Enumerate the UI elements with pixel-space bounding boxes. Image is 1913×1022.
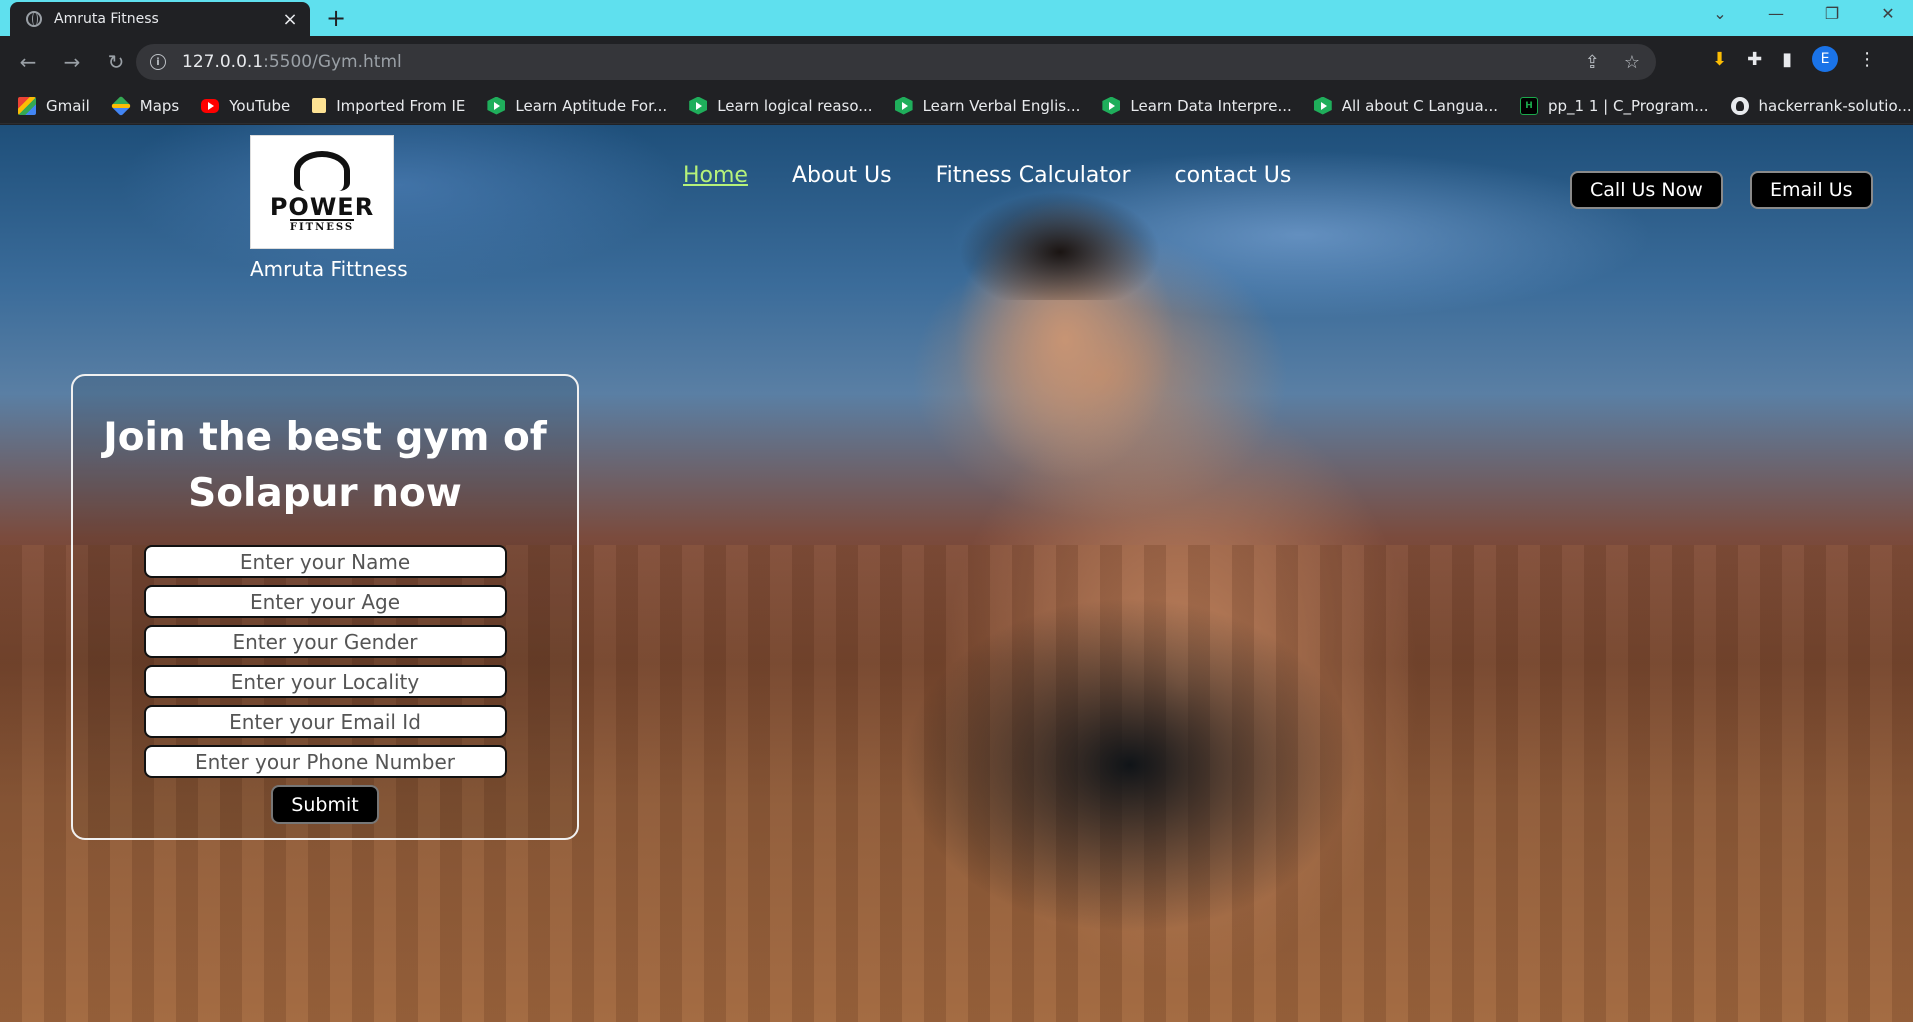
learn-icon: [1102, 96, 1121, 115]
bookmark-label: Maps: [139, 96, 180, 115]
email-us-button[interactable]: Email Us: [1750, 171, 1873, 209]
learn-icon: [1313, 96, 1332, 115]
minimize-button[interactable]: —: [1764, 4, 1788, 23]
form-fields: [143, 545, 507, 778]
submit-button[interactable]: Submit: [271, 785, 379, 824]
page-viewport: POWER FITNESS Amruta Fittness Home About…: [0, 125, 1913, 1022]
profile-avatar[interactable]: E: [1812, 46, 1839, 72]
restore-button[interactable]: ❐: [1820, 4, 1844, 23]
bookmark-label: Learn logical reaso...: [717, 96, 873, 115]
youtube-icon: [201, 98, 220, 113]
bookmark-label: Learn Data Interpre...: [1130, 96, 1292, 115]
share-icon[interactable]: ⇪: [1585, 52, 1600, 73]
hero-model-shirt: [900, 595, 1360, 935]
bookmark-c-language[interactable]: All about C Langua...: [1313, 96, 1498, 115]
main-nav: Home About Us Fitness Calculator contact…: [683, 163, 1291, 188]
bookmark-label: Imported From IE: [336, 96, 466, 115]
gmail-icon: [18, 96, 36, 115]
tab-title: Amruta Fitness: [54, 11, 159, 27]
call-us-button[interactable]: Call Us Now: [1570, 171, 1723, 209]
nav-contact-us[interactable]: contact Us: [1174, 163, 1291, 188]
learn-icon: [689, 96, 708, 115]
bookmark-label: pp_1 1 | C_Program...: [1547, 96, 1709, 115]
bookmark-label: Gmail: [46, 96, 90, 115]
extensions-puzzle-icon[interactable]: ✚: [1747, 49, 1762, 70]
power-fitness-logo[interactable]: POWER FITNESS: [250, 135, 394, 249]
browser-tab[interactable]: Amruta Fitness ×: [10, 2, 310, 36]
reload-icon[interactable]: ↻: [96, 42, 136, 82]
bookmark-learn-aptitude[interactable]: Learn Aptitude For...: [487, 96, 668, 115]
bookmark-hackerrank-pp[interactable]: Hpp_1 1 | C_Program...: [1519, 96, 1709, 115]
github-icon: [1730, 96, 1749, 115]
hackerrank-icon: H: [1519, 96, 1538, 115]
age-field[interactable]: [143, 585, 507, 618]
brand-name: Amruta Fittness: [250, 257, 408, 281]
folder-icon: [312, 98, 327, 113]
back-icon[interactable]: ←: [8, 42, 48, 82]
url-path: :5500/Gym.html: [263, 52, 402, 72]
bookmark-label: Learn Verbal Englis...: [922, 96, 1081, 115]
bookmark-learn-verbal[interactable]: Learn Verbal Englis...: [894, 96, 1081, 115]
bookmark-github-solutions[interactable]: hackerrank-solutio...: [1730, 96, 1912, 115]
extension-color-icon[interactable]: ⬇: [1712, 49, 1727, 70]
locality-field[interactable]: [143, 665, 507, 698]
address-bar[interactable]: i 127.0.0.1:5500/Gym.html ⇪ ☆: [136, 44, 1656, 80]
browser-titlebar: Amruta Fitness × + ⌄ — ❐ ✕: [0, 0, 1913, 36]
logo-word: POWER: [269, 193, 375, 221]
bookmark-label: All about C Langua...: [1341, 96, 1498, 115]
brand: POWER FITNESS Amruta Fittness: [250, 135, 408, 281]
bookmark-maps[interactable]: Maps: [110, 95, 180, 116]
browser-toolbar: ← → ↻ i 127.0.0.1:5500/Gym.html ⇪ ☆ ⬇ ✚ …: [0, 36, 1913, 88]
side-panel-icon[interactable]: ▮: [1782, 49, 1792, 70]
tab-search-icon[interactable]: ⌄: [1708, 4, 1732, 23]
nav-home[interactable]: Home: [683, 163, 748, 188]
bookmark-label: Learn Aptitude For...: [515, 96, 668, 115]
new-tab-button[interactable]: +: [326, 4, 346, 32]
name-field[interactable]: [143, 545, 507, 578]
learn-icon: [487, 96, 506, 115]
hero-model-hair: [960, 180, 1160, 300]
join-form: Join the best gym of Solapur now Submit: [71, 374, 579, 840]
close-window-button[interactable]: ✕: [1876, 4, 1900, 23]
bookmarks-bar: Gmail Maps YouTube Imported From IE Lear…: [0, 88, 1913, 124]
url-host: 127.0.0.1: [182, 52, 264, 72]
globe-icon: [26, 11, 42, 27]
logo-subtitle: FITNESS: [289, 219, 355, 233]
phone-field[interactable]: [143, 745, 507, 778]
close-tab-icon[interactable]: ×: [280, 9, 300, 30]
bookmark-learn-data[interactable]: Learn Data Interpre...: [1102, 96, 1292, 115]
forward-icon[interactable]: →: [52, 42, 92, 82]
bookmark-label: hackerrank-solutio...: [1758, 96, 1912, 115]
gender-field[interactable]: [143, 625, 507, 658]
bookmark-gmail[interactable]: Gmail: [18, 96, 90, 115]
maps-icon: [110, 95, 131, 116]
learn-icon: [894, 96, 913, 115]
bookmark-label: YouTube: [229, 96, 291, 115]
site-info-icon[interactable]: i: [150, 54, 166, 70]
bookmark-learn-logical[interactable]: Learn logical reaso...: [689, 96, 873, 115]
email-field[interactable]: [143, 705, 507, 738]
bookmark-imported-folder[interactable]: Imported From IE: [312, 97, 465, 115]
flexing-arm-icon: [294, 151, 350, 191]
menu-kebab-icon[interactable]: ⋮: [1858, 49, 1876, 70]
form-title: Join the best gym of Solapur now: [103, 415, 547, 516]
bookmark-star-icon[interactable]: ☆: [1624, 52, 1640, 73]
nav-about-us[interactable]: About Us: [792, 163, 892, 188]
bookmark-youtube[interactable]: YouTube: [201, 97, 290, 115]
nav-fitness-calculator[interactable]: Fitness Calculator: [936, 163, 1131, 188]
